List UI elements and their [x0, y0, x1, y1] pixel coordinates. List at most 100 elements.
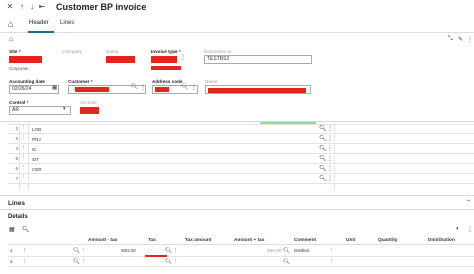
more-icon[interactable]: ⋮	[327, 165, 333, 172]
section-divider	[0, 195, 474, 196]
address-code-search-icon[interactable]: 🔍︎	[181, 84, 188, 90]
search-icon[interactable]: 🔍︎	[73, 248, 80, 254]
control-field[interactable]: AR	[9, 106, 71, 115]
search-icon[interactable]: 🔍︎	[319, 175, 327, 182]
more-icon[interactable]: ⋮	[327, 145, 333, 152]
search-icon[interactable]: 🔍︎	[73, 259, 80, 265]
tax-search-icon[interactable]: 🔍︎	[165, 259, 172, 265]
name2-value-redacted	[208, 88, 306, 93]
control-label: Control *	[9, 100, 29, 105]
column-header[interactable]: Unit	[346, 238, 355, 243]
name-label: Name	[106, 49, 119, 54]
column-header[interactable]: Amount + tax	[234, 238, 265, 243]
column-header[interactable]: Quantity	[378, 238, 397, 243]
company-field	[62, 55, 98, 64]
search-icon[interactable]: 🔍︎	[319, 165, 327, 172]
collapse-icon[interactable]: ⌃	[466, 199, 471, 206]
name-value-redacted	[106, 56, 135, 63]
document-no-field[interactable]: TESTBS2	[204, 55, 312, 64]
table-row[interactable]: 7 ⋮ 🔍︎ ⋮	[8, 175, 474, 184]
invoice-type-description-redacted	[151, 66, 181, 70]
site-description: Corporate	[9, 66, 29, 71]
row-menu-icon[interactable]: ⋮	[21, 135, 27, 141]
invoice-type-label: Invoice type *	[151, 49, 181, 54]
unit-menu-icon[interactable]: ⋮	[329, 259, 335, 265]
customer-menu-icon[interactable]: ⋮	[140, 84, 146, 91]
search-icon[interactable]: 🔍︎	[22, 226, 30, 233]
next-record-icon[interactable]: ↓	[28, 2, 36, 12]
column-header[interactable]: Amount - tax	[88, 238, 117, 243]
tab-header[interactable]: Header	[29, 20, 49, 26]
amount-tax-cell[interactable]: 500.00	[121, 249, 136, 254]
search-icon[interactable]: 🔍︎	[319, 125, 327, 132]
account-label: Account	[80, 100, 97, 105]
grid-layout-icon[interactable]: ▦	[9, 226, 15, 233]
control-dropdown-icon[interactable]: ▾	[63, 106, 66, 112]
tax-menu-icon[interactable]: ⋮	[173, 259, 179, 265]
calendar-icon[interactable]: ▦	[52, 85, 57, 91]
details-grid-header: Amount - tax Tax Tax amount Amount + tax…	[8, 237, 474, 245]
lines-section-title: Lines	[8, 200, 25, 207]
top-toolbar: ✕ ↑ ↓ ⇤ Customer BP invoice	[0, 0, 474, 16]
document-no-label: Document no.	[204, 49, 233, 54]
table-row[interactable]: 2 ⋮ LOB 🔍︎ ⋮	[8, 125, 474, 134]
more-icon[interactable]: ⋮	[81, 248, 87, 254]
close-icon[interactable]: ✕	[6, 2, 14, 12]
site-label: Site *	[9, 49, 21, 54]
row-menu-icon[interactable]: ⋮	[21, 145, 27, 151]
accounting-date-label: Accounting date	[9, 79, 45, 84]
search-icon[interactable]: 🔍︎	[319, 145, 327, 152]
column-header[interactable]: Comment	[294, 238, 316, 243]
company-label: Company	[62, 49, 82, 54]
comment-cell[interactable]: testbs2	[294, 249, 309, 254]
home-icon[interactable]: ⌂	[8, 19, 13, 29]
comment-search-icon[interactable]: 🔍︎	[283, 259, 290, 265]
tab-lines[interactable]: Lines	[60, 20, 74, 26]
row-menu-icon[interactable]: ⋮	[21, 155, 27, 161]
column-header[interactable]: Distribution	[428, 238, 455, 243]
more-icon[interactable]: ⋮	[327, 155, 333, 162]
account-value-redacted	[80, 107, 99, 114]
row-menu-icon[interactable]: ⋮	[22, 259, 28, 265]
more-icon[interactable]: ⋮	[327, 135, 333, 142]
page-title: Customer BP invoice	[56, 2, 147, 12]
row-menu-icon[interactable]: ⋮	[21, 125, 27, 131]
tab-bar: ⌂ Header Lines	[0, 16, 474, 33]
row-menu-icon[interactable]: ⋮	[21, 175, 27, 181]
column-header[interactable]: Tax	[148, 238, 156, 243]
table-row[interactable]: 2 ⋮ 🔍︎ ⋮ 🔍︎ ⋮ 🔍︎ ⋮	[8, 258, 474, 267]
unit-menu-icon[interactable]: ⋮	[329, 248, 335, 254]
more-options-icon[interactable]: ⋮	[467, 226, 473, 233]
row-menu-icon[interactable]: ⋮	[21, 165, 27, 171]
more-icon[interactable]: ⋮	[81, 259, 87, 265]
table-row[interactable]: 5 ⋮ SIT 🔍︎ ⋮	[8, 155, 474, 164]
search-icon[interactable]: 🔍︎	[319, 155, 327, 162]
comment-search-icon[interactable]: 🔍︎	[283, 248, 290, 254]
more-options-icon[interactable]: ⋮	[467, 36, 473, 43]
column-header[interactable]: Tax amount	[185, 238, 212, 243]
address-code-menu-icon[interactable]: ⋮	[191, 84, 197, 91]
settings-icon[interactable]: ◐	[456, 226, 460, 232]
collapse-icon[interactable]: ⤡	[448, 36, 453, 43]
table-row[interactable]: 3 ⋮ PRJ 🔍︎ ⋮	[8, 135, 474, 144]
table-row[interactable]: 1 ⋮ 🔍︎ ⋮ 500.00 🔍︎ ⋮ 500.00 🔍︎ testbs2 ⋮	[8, 247, 474, 257]
home-icon[interactable]: ⌂	[9, 36, 13, 43]
previous-record-icon[interactable]: ↑	[18, 2, 26, 12]
table-row[interactable]: 4 ⋮ IC 🔍︎ ⋮	[8, 145, 474, 154]
customer-value-redacted	[75, 87, 109, 92]
customer-label: Customer *	[68, 79, 93, 84]
invoice-type-redacted[interactable]	[151, 56, 177, 63]
tax-menu-icon[interactable]: ⋮	[173, 248, 179, 254]
tax-search-icon[interactable]: 🔍︎	[165, 248, 172, 254]
table-row[interactable]: 6 ⋮ CER 🔍︎ ⋮	[8, 165, 474, 174]
more-icon[interactable]: ⋮	[327, 175, 333, 182]
invoice-type-menu-icon[interactable]: ⋮	[180, 54, 186, 61]
customer-search-icon[interactable]: 🔍︎	[131, 84, 138, 90]
site-value-redacted[interactable]	[9, 56, 42, 63]
more-icon[interactable]: ⋮	[327, 125, 333, 132]
row-menu-icon[interactable]: ⋮	[22, 248, 28, 254]
section-divider	[0, 209, 474, 210]
first-record-icon[interactable]: ⇤	[38, 2, 46, 12]
search-icon[interactable]: 🔍︎	[319, 135, 327, 142]
edit-icon[interactable]: ✎	[458, 36, 463, 43]
